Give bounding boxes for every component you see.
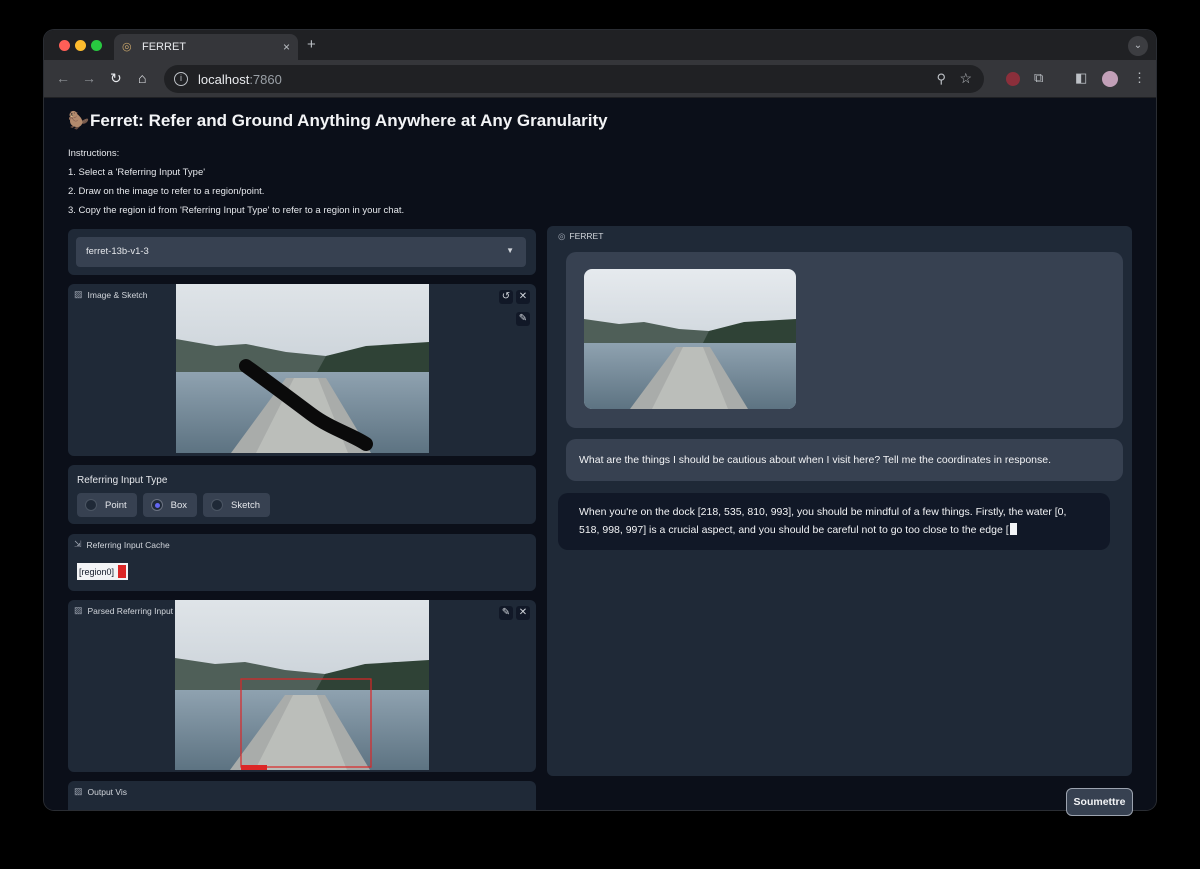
submit-button[interactable]: Soumettre: [1066, 788, 1133, 816]
bookmark-star-icon[interactable]: ☆: [959, 70, 972, 87]
side-panel-icon[interactable]: ◧: [1075, 70, 1087, 86]
typing-cursor: [1009, 523, 1017, 535]
instruction-3: 3. Copy the region id from 'Referring In…: [68, 205, 405, 216]
instructions-heading: Instructions:: [68, 148, 120, 159]
tab-title: FERRET: [142, 41, 186, 53]
region-chip-text: [region0]: [79, 566, 115, 577]
page-title-text: Ferret: Refer and Ground Anything Anywhe…: [90, 111, 608, 130]
clear-image-icon[interactable]: ✕: [516, 290, 530, 304]
bot-message: When you're on the dock [218, 535, 810, …: [558, 493, 1110, 550]
image-icon: ▨: [74, 289, 83, 299]
user-message-text: What are the things I should be cautious…: [579, 454, 1052, 466]
edit-icon[interactable]: ✎: [499, 606, 513, 620]
profile-avatar[interactable]: [1102, 71, 1118, 87]
parsed-input-panel: ▨ Parsed Referring Input ✎ ✕: [68, 600, 536, 772]
output-vis-panel: ▨ Output Vis: [68, 781, 536, 810]
browser-window: ◎ FERRET × + ⌄ ← → ↻ ⌂ i localhost:7860 …: [44, 30, 1156, 810]
cache-icon: ⇲: [74, 539, 82, 549]
zoom-icon[interactable]: ⚲: [936, 71, 946, 87]
radio-dot: [211, 499, 224, 511]
brush-icon[interactable]: ✎: [516, 312, 530, 326]
dropdown-caret-icon: ▼: [506, 246, 514, 255]
browser-menu-icon[interactable]: ⋮: [1133, 70, 1146, 86]
model-dropdown-value: ferret-13b-v1-3: [86, 246, 149, 257]
back-arrow-icon[interactable]: ←: [56, 70, 70, 86]
maximize-window-button[interactable]: [91, 40, 102, 51]
output-vis-label: ▨ Output Vis: [74, 786, 128, 797]
tab-close-icon[interactable]: ×: [283, 40, 290, 54]
parsed-input-label: ▨ Parsed Referring Input: [74, 605, 174, 616]
referring-type-label: Referring Input Type: [77, 475, 168, 486]
browser-toolbar: ← → ↻ ⌂ i localhost:7860 ⚲ ☆ ⧉ ◧ ⋮: [44, 60, 1156, 98]
address-bar[interactable]: i localhost:7860 ⚲ ☆: [164, 65, 984, 93]
home-icon[interactable]: ⌂: [138, 70, 146, 86]
minimize-window-button[interactable]: [75, 40, 86, 51]
tab-ferret[interactable]: ◎ FERRET ×: [114, 34, 298, 60]
region-chip[interactable]: [region0]: [77, 563, 129, 580]
user-image-message: [566, 252, 1123, 428]
image-icon: ▨: [74, 605, 83, 615]
instruction-1: 1. Select a 'Referring Input Type': [68, 167, 206, 178]
undo-icon[interactable]: ↺: [499, 290, 513, 304]
radio-sketch[interactable]: Sketch: [203, 493, 271, 517]
radio-point-label: Point: [105, 499, 127, 511]
image-icon: ▨: [74, 786, 83, 796]
close-window-button[interactable]: [59, 40, 70, 51]
referring-type-panel: Referring Input Type Point Box Sketch: [68, 465, 536, 524]
radio-sketch-label: Sketch: [231, 499, 261, 511]
clear-image-icon[interactable]: ✕: [516, 606, 530, 620]
referring-type-options: Point Box Sketch: [77, 493, 271, 517]
bot-message-text: When you're on the dock [218, 535, 810, …: [579, 506, 1067, 536]
chatbot-label: ◎ FERRET: [555, 230, 607, 243]
chat-icon: ◎: [558, 231, 566, 241]
referring-cache-label: ⇲ Referring Input Cache: [74, 539, 170, 550]
lake-dock-bbox-image: [175, 600, 429, 770]
chat-uploaded-image: [584, 269, 796, 409]
radio-dot-selected: [150, 499, 163, 511]
reload-icon[interactable]: ↻: [110, 70, 122, 87]
instruction-2: 2. Draw on the image to refer to a regio…: [68, 186, 265, 197]
tab-strip: ◎ FERRET × + ⌄: [44, 30, 1156, 60]
extension-badge-icon[interactable]: [1006, 72, 1020, 86]
radio-dot: [85, 499, 97, 511]
image-sketch-label: ▨ Image & Sketch: [74, 289, 148, 300]
sketch-canvas[interactable]: [176, 284, 429, 453]
user-message: What are the things I should be cautious…: [566, 439, 1123, 481]
radio-box[interactable]: Box: [142, 493, 198, 517]
referring-cache-panel: ⇲ Referring Input Cache [region0]: [68, 534, 536, 591]
new-tab-button[interactable]: +: [307, 36, 316, 53]
radio-box-label: Box: [170, 499, 188, 511]
url-port: :7860: [249, 71, 282, 87]
image-sketch-panel: ▨ Image & Sketch ↺ ✕ ✎: [68, 284, 536, 456]
extensions-puzzle-icon[interactable]: ⧉: [1034, 70, 1043, 86]
site-info-icon[interactable]: i: [174, 72, 188, 86]
chatbot-panel: ◎ FERRET What are the things I should be…: [547, 226, 1132, 776]
parsed-image: [175, 600, 429, 770]
region-color-swatch: [118, 565, 127, 578]
url-host: localhost: [198, 71, 250, 87]
page-content: 🦫Ferret: Refer and Ground Anything Anywh…: [44, 98, 1156, 810]
ferret-logo-icon: 🦫: [68, 111, 90, 130]
tab-search-chevron-icon[interactable]: ⌄: [1128, 36, 1148, 56]
model-select-panel: ferret-13b-v1-3 ▼: [68, 229, 536, 275]
lake-dock-image: [176, 284, 429, 453]
forward-arrow-icon[interactable]: →: [82, 70, 96, 86]
favicon-icon: ◎: [122, 41, 132, 53]
radio-point[interactable]: Point: [77, 493, 137, 517]
page-title: 🦫Ferret: Refer and Ground Anything Anywh…: [68, 111, 608, 131]
lake-dock-thumbnail: [584, 269, 796, 409]
model-dropdown[interactable]: ferret-13b-v1-3 ▼: [76, 237, 526, 267]
